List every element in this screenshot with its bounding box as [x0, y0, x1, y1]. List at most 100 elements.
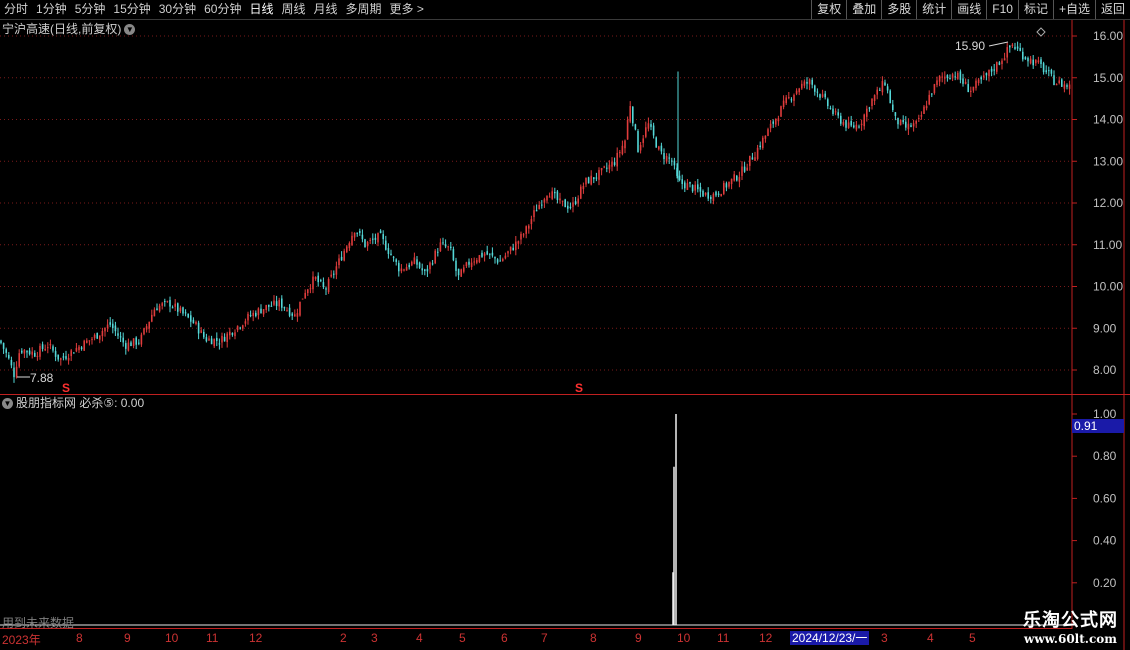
candle-body — [866, 108, 868, 117]
candle-body — [54, 351, 57, 357]
candle-body — [889, 90, 891, 104]
candle-body — [954, 76, 956, 78]
candle-body — [564, 199, 566, 208]
candle-body — [91, 338, 93, 340]
candle-body — [47, 347, 49, 349]
candle-body — [1055, 84, 1058, 86]
candle-body — [49, 343, 52, 346]
candle-body — [1001, 60, 1003, 65]
candle-body — [218, 343, 221, 345]
y-tick-label: 12.00 — [1093, 196, 1123, 210]
chevron-down-icon[interactable]: ▼ — [2, 398, 13, 410]
candle-body — [489, 253, 491, 255]
candle-body — [213, 338, 215, 347]
candle-body — [244, 321, 247, 324]
candle-body — [925, 105, 928, 109]
candle-body — [260, 308, 262, 314]
candle-body — [247, 313, 249, 321]
low-price-label: 7.88 — [30, 371, 54, 385]
candle-body — [156, 308, 158, 311]
candle-body — [138, 342, 140, 344]
candle-body — [834, 111, 837, 113]
candle-body — [806, 81, 808, 84]
candle-body — [824, 93, 826, 98]
candle-body — [1042, 63, 1045, 73]
candle-body — [645, 127, 647, 137]
candle-body — [1063, 84, 1066, 89]
candle-body — [262, 309, 265, 315]
candle-body — [977, 79, 980, 84]
candle-body — [21, 350, 23, 353]
date-label: 3 — [371, 631, 378, 645]
candle-body — [957, 72, 959, 79]
candle-body — [119, 336, 122, 338]
candle-body — [184, 312, 187, 314]
candle-body — [1011, 44, 1014, 47]
candle-body — [132, 338, 135, 346]
candle-body — [366, 242, 369, 247]
candle-body — [603, 166, 605, 168]
candle-body — [1068, 84, 1071, 89]
candle-body — [239, 327, 241, 329]
y-tick-label: 11.00 — [1093, 238, 1122, 252]
candle-body — [842, 122, 845, 125]
candle-body — [959, 71, 962, 80]
candle-body — [546, 196, 548, 201]
candle-body — [86, 340, 88, 343]
candle-body — [325, 288, 327, 290]
candle-body — [608, 164, 611, 170]
candle-body — [346, 246, 348, 253]
candle-body — [860, 123, 863, 126]
candle-body — [408, 264, 410, 268]
date-label: 5 — [969, 631, 976, 645]
main-y-axis: 16.00 15.00 14.00 13.00 12.00 11.00 10.00 9.00 8… — [1072, 29, 1123, 377]
candle-body — [993, 69, 995, 71]
candle-body — [803, 81, 806, 86]
candle-body — [556, 191, 559, 200]
candle-body — [702, 190, 704, 197]
candle-body — [938, 75, 941, 82]
date-axis: 2023年 8 9 10 11 12 2 3 4 5 6 7 8 9 10 11… — [0, 629, 1072, 650]
date-label: 10 — [165, 631, 179, 645]
candle-body — [385, 240, 387, 250]
candle-body — [551, 191, 553, 199]
chart-canvas[interactable]: 16.00 15.00 14.00 13.00 12.00 11.00 10.00 9.00 8… — [0, 0, 1130, 650]
candle-body — [203, 331, 205, 338]
candle-body — [39, 345, 41, 357]
chevron-down-icon[interactable]: ▼ — [124, 24, 136, 36]
candle-body — [413, 257, 416, 264]
candle-body — [294, 314, 296, 317]
candle-body — [892, 104, 894, 111]
candle-body — [572, 202, 574, 207]
candle-body — [580, 186, 582, 199]
candle-body — [36, 355, 39, 358]
indicator-y-axis: 1.000.800.600.400.20 — [1072, 407, 1117, 590]
candle-body — [304, 292, 306, 299]
candle-body — [148, 321, 150, 329]
candle-body — [918, 117, 920, 119]
candle-body — [379, 230, 382, 234]
candle-body — [158, 305, 161, 312]
candle-body — [847, 122, 850, 128]
candle-body — [931, 93, 933, 95]
candle-body — [905, 121, 907, 128]
candle-body — [473, 261, 475, 263]
date-label: 11 — [206, 631, 219, 645]
candle-body — [257, 308, 260, 316]
candle-body — [720, 193, 722, 197]
candle-body — [642, 138, 644, 143]
candle-body — [405, 267, 408, 271]
y-tick-label: 14.00 — [1093, 113, 1123, 127]
candle-body — [330, 274, 332, 277]
date-label: 9 — [124, 631, 131, 645]
candle-body — [528, 225, 530, 229]
candle-body — [242, 325, 244, 329]
candle-body — [827, 99, 829, 107]
candle-body — [439, 242, 442, 252]
candle-body — [590, 175, 592, 185]
candle-body — [561, 200, 564, 202]
candle-body — [1003, 58, 1006, 61]
candle-body — [1061, 79, 1063, 87]
candle-body — [231, 332, 234, 335]
candle-body — [637, 131, 639, 153]
